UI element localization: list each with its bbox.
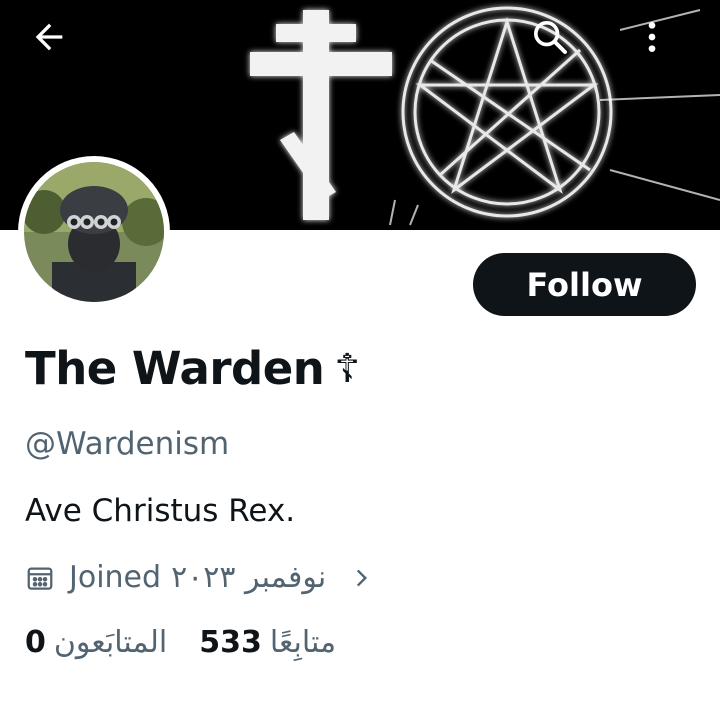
back-button[interactable] bbox=[29, 17, 85, 73]
more-options-button[interactable] bbox=[632, 17, 688, 73]
followers-stat[interactable]: 0 المتابَعون bbox=[25, 625, 167, 660]
joined-date: نوفمبر ٢٠٢٣ bbox=[171, 560, 327, 595]
chevron-right-icon[interactable] bbox=[348, 565, 374, 591]
search-button[interactable] bbox=[530, 17, 586, 73]
followers-count: 0 bbox=[25, 625, 46, 660]
display-name: The Warden bbox=[25, 342, 325, 395]
following-stat[interactable]: 533 متابِعًا bbox=[199, 625, 336, 660]
joined-label: Joined bbox=[69, 560, 162, 595]
profile-stats: 0 المتابَعون 533 متابِعًا bbox=[25, 625, 336, 660]
calendar-icon bbox=[25, 563, 55, 593]
display-name-row: The Warden ☦ bbox=[25, 342, 360, 395]
avatar-container[interactable] bbox=[18, 156, 170, 308]
orthodox-cross-emoji: ☦ bbox=[334, 345, 361, 392]
profile-bio: Ave Christus Rex. bbox=[25, 493, 296, 529]
follow-button[interactable]: Follow bbox=[473, 253, 696, 316]
following-count: 533 bbox=[199, 625, 262, 660]
following-label: متابِعًا bbox=[269, 625, 337, 660]
user-handle: @Wardenism bbox=[25, 426, 230, 462]
avatar bbox=[24, 162, 164, 302]
followers-label: المتابَعون bbox=[53, 625, 168, 660]
joined-date-row: Joined نوفمبر ٢٠٢٣ bbox=[25, 560, 374, 595]
